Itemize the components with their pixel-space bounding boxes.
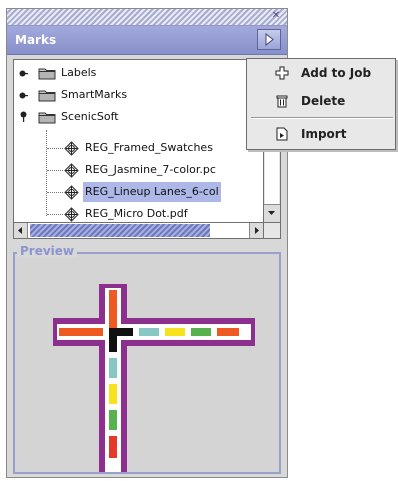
scrollbar-thumb[interactable] <box>30 224 210 237</box>
import-icon <box>276 127 288 141</box>
panel-menu-button[interactable] <box>257 29 281 50</box>
registration-mark-icon <box>64 185 79 200</box>
scroll-down-button[interactable] <box>264 204 280 222</box>
collapsed-expander-icon[interactable] <box>19 91 28 100</box>
panel-popup-menu: Add to Job Delete Import <box>246 58 396 150</box>
preview-pane <box>13 252 281 476</box>
arrow-down-icon <box>268 211 275 215</box>
tree-folder-smartmarks[interactable]: SmartMarks <box>14 85 263 105</box>
add-to-job-icon <box>275 66 289 80</box>
tree-file-label: REG_Lineup Lanes_6-col <box>83 182 221 202</box>
tree-folder-labels[interactable]: Labels <box>14 63 263 83</box>
tree-horizontal-scrollbar[interactable] <box>13 223 264 239</box>
triangle-right-icon <box>265 32 274 47</box>
preview-label: Preview <box>17 244 78 258</box>
folder-icon <box>38 112 56 124</box>
lineup-lanes-mark-preview <box>53 284 255 476</box>
menu-item-add-to-job[interactable]: Add to Job <box>247 61 395 85</box>
scroll-left-button[interactable] <box>14 223 28 238</box>
arrow-left-icon <box>18 227 22 234</box>
tree-file-label: REG_Jasmine_7-color.pc <box>85 163 216 176</box>
tree-file-item[interactable]: REG_Jasmine_7-color.pc <box>14 160 263 180</box>
close-icon[interactable]: ✕ <box>271 11 281 21</box>
marks-tree[interactable]: Labels SmartMarks ScenicSoft REG_Framed_… <box>13 59 264 223</box>
expanded-expander-icon[interactable] <box>19 111 28 123</box>
registration-mark-icon <box>64 207 79 222</box>
tree-file-item[interactable]: REG_Framed_Swatches <box>14 138 263 158</box>
tree-folder-label: Labels <box>61 66 97 79</box>
tree-folder-label: ScenicSoft <box>61 110 119 123</box>
menu-item-delete[interactable]: Delete <box>247 89 395 113</box>
tree-file-item-selected[interactable]: REG_Lineup Lanes_6-col <box>14 182 263 202</box>
arrow-right-icon <box>255 227 259 234</box>
registration-mark-icon <box>64 141 79 156</box>
folder-icon <box>38 68 56 80</box>
tree-file-item[interactable]: REG_Micro Dot.pdf <box>14 204 263 222</box>
menu-item-label: Import <box>301 127 347 141</box>
tree-folder-scenicsoft[interactable]: ScenicSoft <box>14 107 263 127</box>
registration-mark-icon <box>64 163 79 178</box>
scroll-right-button[interactable] <box>249 223 263 238</box>
menu-separator <box>251 117 393 119</box>
marks-header: Marks <box>7 26 287 55</box>
menu-item-label: Add to Job <box>301 66 372 80</box>
tree-folder-label: SmartMarks <box>61 88 128 101</box>
menu-item-import[interactable]: Import <box>247 122 395 146</box>
collapsed-expander-icon[interactable] <box>19 69 28 78</box>
panel-title: Marks <box>15 33 57 47</box>
scrollbar-corner <box>264 223 281 239</box>
panel-title-bar[interactable]: ✕ <box>7 9 287 26</box>
folder-icon <box>38 90 56 102</box>
trash-icon <box>276 95 288 108</box>
tree-file-label: REG_Framed_Swatches <box>85 141 213 154</box>
menu-item-label: Delete <box>301 94 346 108</box>
tree-file-label: REG_Micro Dot.pdf <box>85 207 188 220</box>
